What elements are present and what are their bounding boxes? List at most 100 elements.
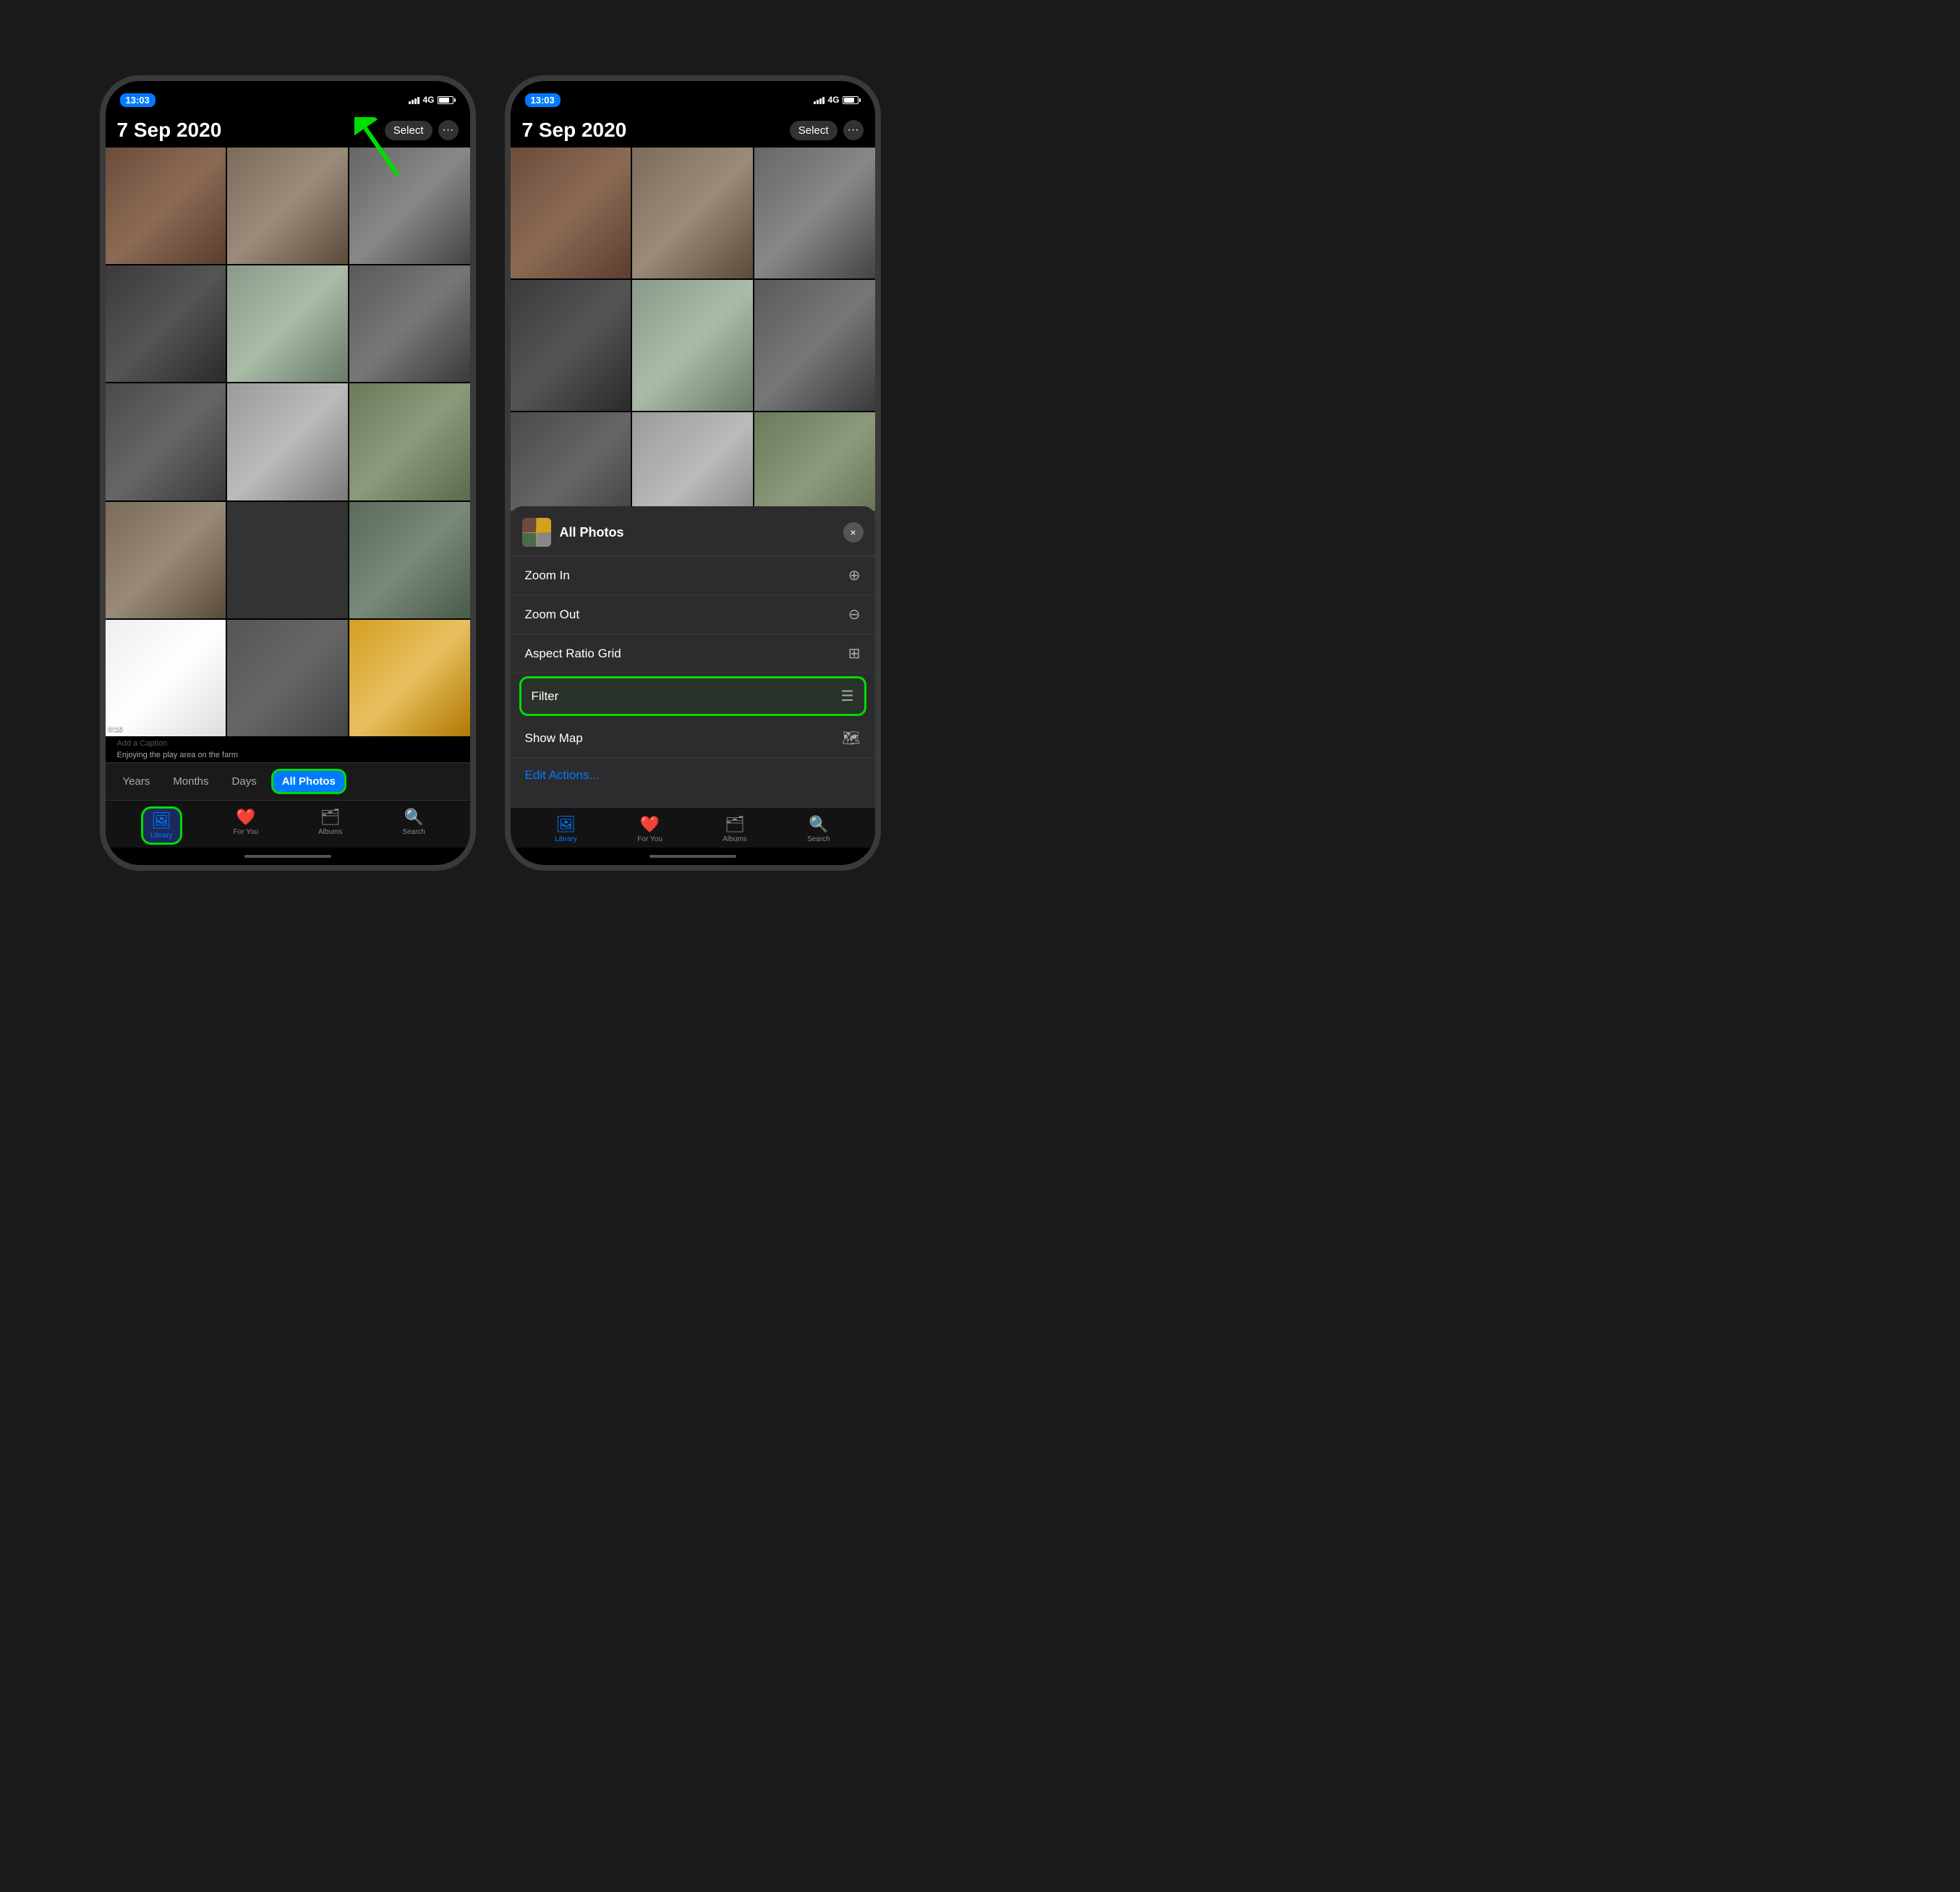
right-nav-for-you[interactable]: ❤️ For You bbox=[629, 814, 670, 845]
grid-cell-1[interactable] bbox=[106, 148, 226, 264]
right-app-header: 7 Sep 2020 Select ··· bbox=[511, 113, 875, 148]
caption-bar: Add a Caption bbox=[106, 736, 470, 751]
show-map-label: Show Map bbox=[525, 731, 583, 746]
status-icons: 4G bbox=[409, 95, 455, 105]
right-select-button[interactable]: Select bbox=[790, 121, 838, 140]
grid-cell-9[interactable] bbox=[349, 383, 470, 500]
grid-cell-7[interactable] bbox=[106, 383, 226, 500]
sheet-header: All Photos × bbox=[511, 506, 875, 556]
right-bottom-navigation: 🖼 Library ❤️ For You 🗂 Albums 🔍 Search bbox=[511, 807, 875, 848]
library-label: Library bbox=[150, 832, 173, 840]
zoom-in-icon: ⊕ bbox=[848, 566, 861, 584]
aspect-ratio-item[interactable]: Aspect Ratio Grid ⊞ bbox=[511, 634, 875, 673]
grid-cell-5[interactable] bbox=[227, 265, 348, 382]
sheet-album-title: All Photos bbox=[560, 525, 835, 540]
home-bar bbox=[244, 855, 331, 858]
caption-text: Add a Caption bbox=[117, 739, 168, 748]
right-grid-cell-4[interactable] bbox=[511, 280, 631, 411]
right-nav-albums[interactable]: 🗂 Albums bbox=[714, 814, 755, 845]
caption-text-2: Enjoying the play area on the farm bbox=[117, 751, 239, 759]
more-button[interactable]: ··· bbox=[438, 120, 459, 140]
app-header: 7 Sep 2020 Select ··· bbox=[106, 113, 470, 148]
right-for-you-label: For You bbox=[637, 835, 662, 843]
aspect-ratio-icon: ⊞ bbox=[848, 644, 861, 662]
grid-cell-10[interactable] bbox=[106, 502, 226, 618]
tab-all-photos[interactable]: All Photos bbox=[271, 769, 346, 794]
albums-label: Albums bbox=[318, 828, 342, 836]
library-icon: 🖼 bbox=[151, 811, 171, 830]
zoom-out-item[interactable]: Zoom Out ⊖ bbox=[511, 595, 875, 634]
caption-bar-2: Enjoying the play area on the farm bbox=[106, 751, 470, 762]
right-grid-cell-5[interactable] bbox=[632, 280, 753, 411]
show-map-item[interactable]: Show Map 🗺 bbox=[511, 719, 875, 758]
right-photo-grid-partial: All Photos × Zoom In ⊕ Zoom Out ⊖ Aspect… bbox=[511, 148, 875, 807]
right-date-title: 7 Sep 2020 bbox=[522, 119, 627, 142]
signal-icon bbox=[409, 95, 419, 104]
right-battery-icon bbox=[843, 96, 861, 104]
grid-cell-4[interactable] bbox=[106, 265, 226, 382]
video-duration: 0:10 bbox=[108, 725, 123, 733]
close-icon: × bbox=[850, 527, 856, 538]
grid-cell-2[interactable] bbox=[227, 148, 348, 264]
aspect-ratio-label: Aspect Ratio Grid bbox=[525, 647, 621, 661]
filter-item[interactable]: Filter ☰ bbox=[519, 676, 866, 716]
grid-cell-12[interactable] bbox=[349, 502, 470, 618]
grid-cell-14[interactable] bbox=[227, 620, 348, 736]
grid-cell-11[interactable] bbox=[227, 502, 348, 618]
tab-months[interactable]: Months bbox=[164, 771, 217, 792]
right-search-label: Search bbox=[807, 835, 830, 843]
right-grid-cell-2[interactable] bbox=[632, 148, 753, 278]
zoom-in-item[interactable]: Zoom In ⊕ bbox=[511, 556, 875, 595]
right-library-icon: 🖼 bbox=[556, 815, 576, 834]
grid-cell-15[interactable] bbox=[349, 620, 470, 736]
right-grid-cell-3[interactable] bbox=[754, 148, 875, 278]
album-thumbnail bbox=[522, 518, 551, 547]
photo-grid: 0:10 bbox=[106, 148, 470, 736]
status-time: 13:03 bbox=[120, 93, 155, 107]
for-you-label: For You bbox=[234, 828, 258, 836]
select-button[interactable]: Select bbox=[385, 121, 433, 140]
battery-icon bbox=[438, 96, 456, 104]
grid-cell-13[interactable]: 0:10 bbox=[106, 620, 226, 736]
nav-search[interactable]: 🔍 Search bbox=[393, 806, 434, 845]
right-grid-cell-6[interactable] bbox=[754, 280, 875, 411]
right-phone-screen: 13:03 4G 7 Sep 2020 Select ··· bbox=[511, 81, 875, 865]
right-nav-search[interactable]: 🔍 Search bbox=[798, 814, 839, 845]
sheet-close-button[interactable]: × bbox=[843, 522, 864, 542]
zoom-out-label: Zoom Out bbox=[525, 608, 580, 622]
right-search-icon: 🔍 bbox=[809, 815, 828, 834]
tab-days[interactable]: Days bbox=[223, 771, 265, 792]
albums-icon: 🗂 bbox=[320, 808, 341, 827]
zoom-out-icon: ⊖ bbox=[848, 605, 861, 623]
date-title: 7 Sep 2020 bbox=[117, 119, 222, 142]
right-library-label: Library bbox=[555, 835, 577, 843]
edit-actions-item[interactable]: Edit Actions... bbox=[511, 758, 875, 793]
network-label: 4G bbox=[422, 95, 434, 105]
edit-actions-label: Edit Actions... bbox=[525, 768, 600, 782]
nav-library[interactable]: 🖼 Library bbox=[141, 806, 182, 845]
right-home-indicator bbox=[511, 848, 875, 865]
grid-cell-6[interactable] bbox=[349, 265, 470, 382]
right-signal-icon bbox=[814, 95, 825, 104]
notch bbox=[237, 81, 338, 101]
filter-label: Filter bbox=[532, 689, 559, 704]
right-home-bar bbox=[649, 855, 736, 858]
left-phone-screen: 13:03 4G 7 Sep 2020 Select ··· bbox=[106, 81, 470, 865]
left-phone: 13:03 4G 7 Sep 2020 Select ··· bbox=[100, 75, 476, 871]
right-more-button[interactable]: ··· bbox=[843, 120, 864, 140]
search-icon: 🔍 bbox=[404, 808, 423, 827]
nav-for-you[interactable]: ❤️ For You bbox=[225, 806, 267, 845]
right-grid-cell-1[interactable] bbox=[511, 148, 631, 278]
right-status-icons: 4G bbox=[814, 95, 860, 105]
right-albums-icon: 🗂 bbox=[725, 815, 745, 834]
right-for-you-icon: ❤️ bbox=[640, 815, 660, 834]
tab-years[interactable]: Years bbox=[114, 771, 159, 792]
right-albums-label: Albums bbox=[723, 835, 746, 843]
right-nav-library[interactable]: 🖼 Library bbox=[546, 814, 586, 845]
grid-cell-3[interactable] bbox=[349, 148, 470, 264]
for-you-icon: ❤️ bbox=[236, 808, 255, 827]
right-header-buttons: Select ··· bbox=[790, 120, 864, 140]
nav-albums[interactable]: 🗂 Albums bbox=[310, 806, 351, 845]
grid-cell-8[interactable] bbox=[227, 383, 348, 500]
show-map-icon: 🗺 bbox=[842, 729, 860, 747]
